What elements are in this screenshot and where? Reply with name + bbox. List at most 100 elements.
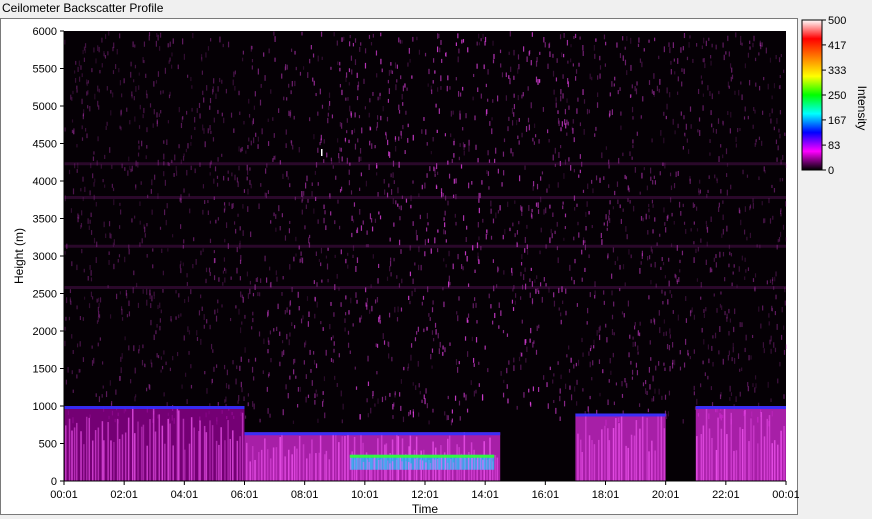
noise-speck [358,156,360,162]
noise-speck [227,41,230,48]
noise-speck [108,251,110,255]
feature-streak [146,445,148,481]
noise-speck [611,109,613,115]
noise-speck [336,382,338,387]
noise-speck [587,183,589,190]
noise-speck [172,355,174,361]
noise-speck [646,256,649,261]
noise-speck [467,47,469,53]
noise-speck [722,251,725,257]
noise-speck [558,307,560,311]
noise-speck [255,132,257,137]
noise-speck [617,199,619,205]
cursor-marker[interactable] [321,149,323,156]
noise-speck [360,225,363,231]
noise-speck [306,175,308,182]
noise-speck [604,63,607,67]
noise-speck [114,64,117,70]
noise-speck [194,116,196,123]
noise-speck [495,212,497,219]
noise-speck [366,230,368,235]
noise-speck [182,38,184,45]
noise-speck [297,386,300,392]
noise-speck [658,55,660,60]
noise-speck [183,239,185,244]
noise-speck [209,220,211,224]
noise-speck [448,275,450,282]
noise-speck [198,102,201,108]
noise-speck [673,220,675,225]
noise-speck [487,368,489,373]
noise-speck [669,92,671,98]
noise-speck [458,361,460,365]
noise-speck [538,324,540,329]
noise-speck [202,90,204,95]
noise-speck [497,266,499,273]
noise-speck [431,348,434,353]
noise-speck [340,302,342,307]
noise-speck [190,76,192,82]
noise-speck [213,275,216,281]
y-tick-label: 1000 [33,401,57,413]
noise-speck [536,183,539,190]
feature-streak [608,440,611,481]
feature-streak [71,430,73,481]
noise-speck [180,313,182,317]
noise-speck [251,65,253,70]
noise-speck [68,169,71,175]
noise-speck [237,213,239,217]
noise-speck [249,288,251,295]
noise-speck [770,398,772,403]
noise-speck [104,154,106,160]
noise-speck [768,313,770,318]
noise-speck [431,330,434,335]
noise-speck [418,412,420,417]
y-tick-label: 4000 [33,176,57,188]
noise-speck [215,315,218,322]
noise-speck [725,148,728,155]
noise-speck [222,281,224,286]
noise-speck [473,363,475,367]
noise-speck [675,171,677,178]
noise-speck [651,398,653,402]
noise-speck [234,174,236,181]
noise-speck [758,85,761,91]
noise-speck [771,305,773,311]
noise-speck [641,61,643,68]
noise-speck [700,75,703,79]
feature-streak [711,437,713,481]
noise-speck [763,348,765,354]
noise-speck [382,105,384,112]
noise-speck [171,64,173,69]
noise-speck [622,152,624,157]
noise-speck [730,253,733,257]
noise-speck [200,54,203,60]
noise-speck [562,201,564,205]
noise-speck [223,267,226,271]
noise-speck [456,311,458,315]
noise-speck [718,350,720,355]
colorbar-tick-label: 417 [828,40,846,52]
noise-speck [566,354,568,358]
noise-speck [178,106,180,113]
noise-speck [82,49,84,55]
noise-speck [191,107,193,112]
noise-speck [558,152,560,158]
noise-speck [348,310,350,315]
noise-speck [412,411,415,418]
feature-streak [127,417,130,481]
noise-speck [303,191,305,196]
noise-speck [224,399,226,403]
heatmap-chart: 0500100015002000250030003500400045005000… [12,26,799,516]
noise-speck [326,263,329,270]
noise-speck [232,79,234,86]
feature-streak [203,425,206,481]
noise-speck [668,257,670,262]
noise-speck [591,377,593,381]
noise-speck [121,353,123,359]
noise-speck [545,283,547,287]
noise-speck [785,237,787,242]
noise-speck [364,62,367,69]
noise-speck [412,134,414,141]
noise-speck [458,296,460,301]
